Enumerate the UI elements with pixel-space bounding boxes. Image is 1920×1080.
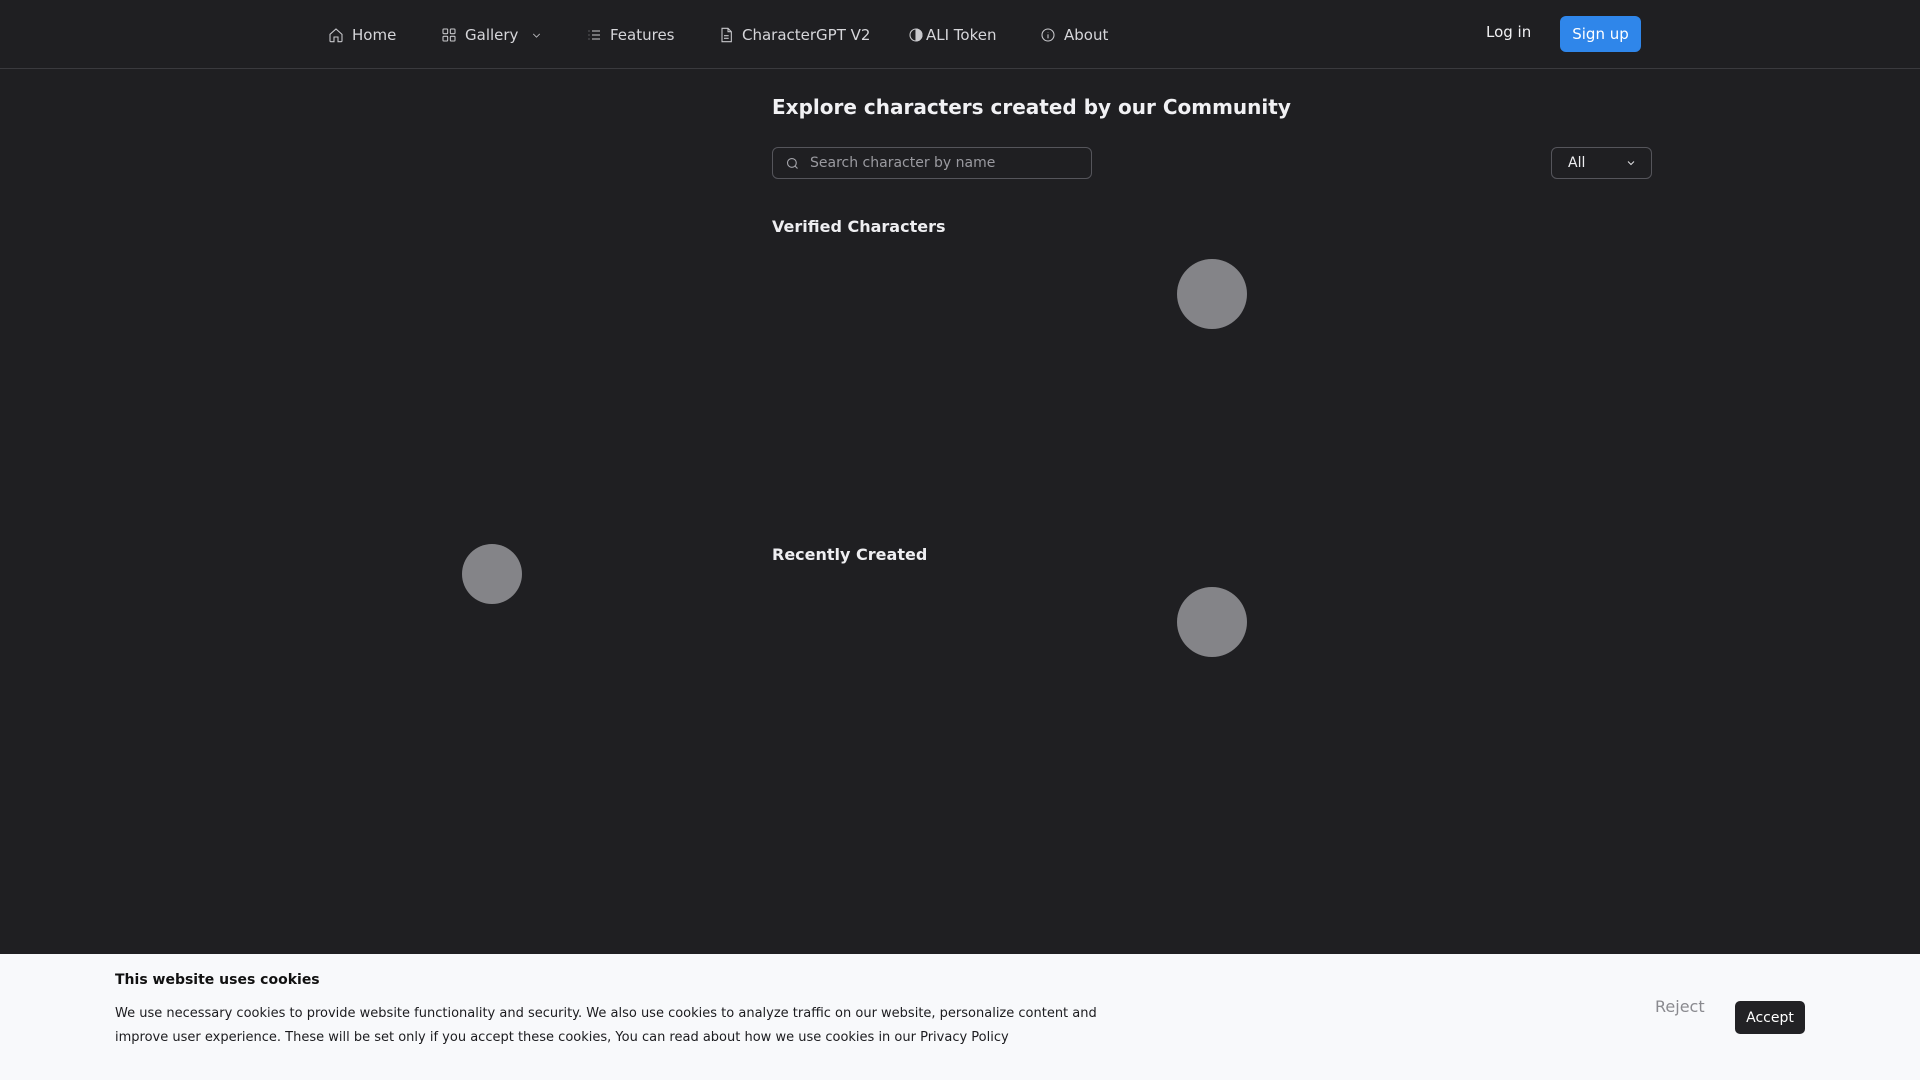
nav-gallery-label: Gallery <box>465 26 519 44</box>
nav-about[interactable]: About <box>1040 23 1108 47</box>
nav-charactergpt-label: CharacterGPT V2 <box>742 26 871 44</box>
nav-ali-token-label: ALI Token <box>926 26 997 44</box>
nav-features[interactable]: Features <box>586 23 675 47</box>
page: Home Gallery Features CharacterGPT V2 AL… <box>0 0 1920 1080</box>
filter-select[interactable]: All <box>1551 147 1652 179</box>
loading-spinner <box>462 544 522 604</box>
nav-charactergpt[interactable]: CharacterGPT V2 <box>718 23 870 47</box>
home-icon <box>329 28 343 43</box>
list-icon <box>588 30 600 40</box>
verified-characters-heading: Verified Characters <box>772 217 946 236</box>
cookie-banner: This website uses cookies We use necessa… <box>0 954 1920 1080</box>
nav-home-label: Home <box>352 26 397 44</box>
loading-spinner <box>1177 259 1247 329</box>
top-nav: Home Gallery Features CharacterGPT V2 AL… <box>0 0 1920 69</box>
recently-created-heading: Recently Created <box>772 545 928 564</box>
nav-features-label: Features <box>610 26 675 44</box>
signup-button[interactable]: Sign up <box>1560 16 1641 52</box>
half-circle-icon <box>909 28 923 42</box>
chevron-down-icon <box>533 33 541 38</box>
accept-button[interactable]: Accept <box>1735 1001 1805 1034</box>
document-icon <box>721 27 732 43</box>
search-input[interactable] <box>810 155 1080 171</box>
chevron-down-icon <box>1627 161 1635 166</box>
search-icon <box>786 157 798 169</box>
search-box[interactable] <box>772 147 1092 179</box>
login-link[interactable]: Log in <box>1486 23 1531 41</box>
page-title: Explore characters created by our Commun… <box>772 95 1291 119</box>
nav-about-label: About <box>1064 26 1109 44</box>
cookie-text: We use necessary cookies to provide webs… <box>115 1006 1097 1045</box>
loading-spinner <box>1177 587 1247 657</box>
nav-gallery[interactable]: Gallery <box>441 23 543 47</box>
nav-ali-token[interactable]: ALI Token <box>908 23 997 47</box>
reject-button[interactable]: Reject <box>1655 997 1705 1016</box>
grid-icon <box>442 28 456 42</box>
info-icon <box>1041 28 1055 42</box>
nav-home[interactable]: Home <box>328 23 396 47</box>
cookie-title: This website uses cookies <box>115 972 320 988</box>
filter-select-value: All <box>1568 155 1586 171</box>
